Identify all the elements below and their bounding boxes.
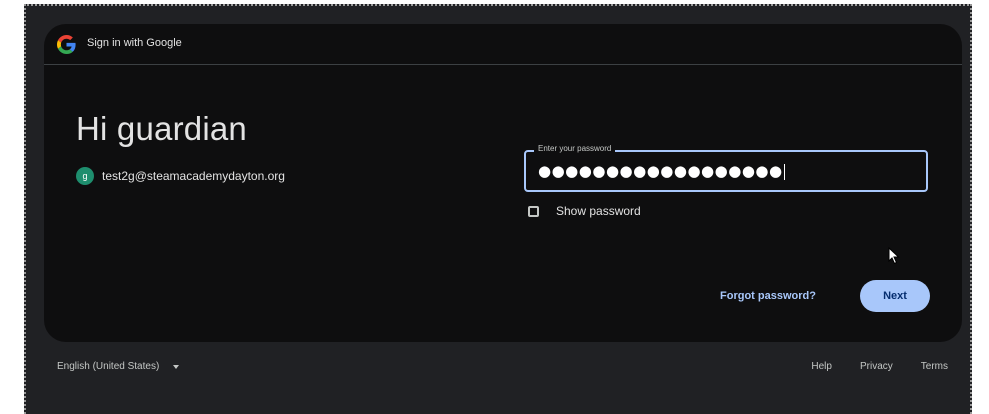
show-password-checkbox[interactable] — [528, 205, 539, 217]
card-header: Sign in with Google — [44, 24, 962, 65]
show-password-toggle[interactable]: Show password — [528, 204, 641, 218]
account-chip[interactable]: g test2g@steamacademydayton.org — [76, 167, 285, 185]
help-link[interactable]: Help — [811, 361, 832, 372]
next-button[interactable]: Next — [860, 280, 930, 312]
page-title: Hi guardian — [76, 110, 247, 147]
password-value: ●●●●●●●●●●●●●●●●●● — [538, 162, 785, 180]
show-password-label: Show password — [556, 204, 641, 218]
avatar: g — [76, 167, 94, 185]
sign-in-card: Sign in with Google Hi guardian g test2g… — [44, 24, 962, 342]
password-dots: ●●●●●●●●●●●●●●●●●● — [538, 162, 783, 180]
header-title: Sign in with Google — [87, 37, 182, 49]
forgot-password-link[interactable]: Forgot password? — [720, 290, 816, 302]
password-input[interactable]: Enter your password ●●●●●●●●●●●●●●●●●● — [524, 144, 928, 192]
browser-frame: Sign in with Google Hi guardian g test2g… — [24, 4, 972, 414]
text-caret — [783, 163, 785, 180]
footer-links: Help Privacy Terms — [783, 361, 948, 372]
password-label: Enter your password — [534, 144, 616, 153]
account-email: test2g@steamacademydayton.org — [102, 169, 285, 183]
language-label: English (United States) — [57, 361, 160, 372]
language-select[interactable]: English (United States) — [57, 361, 180, 372]
google-g-icon — [57, 35, 76, 54]
footer: English (United States) Help Privacy Ter… — [26, 356, 970, 380]
mouse-pointer-icon — [888, 247, 900, 265]
terms-link[interactable]: Terms — [921, 361, 948, 372]
chevron-down-icon — [173, 364, 180, 369]
privacy-link[interactable]: Privacy — [860, 361, 893, 372]
